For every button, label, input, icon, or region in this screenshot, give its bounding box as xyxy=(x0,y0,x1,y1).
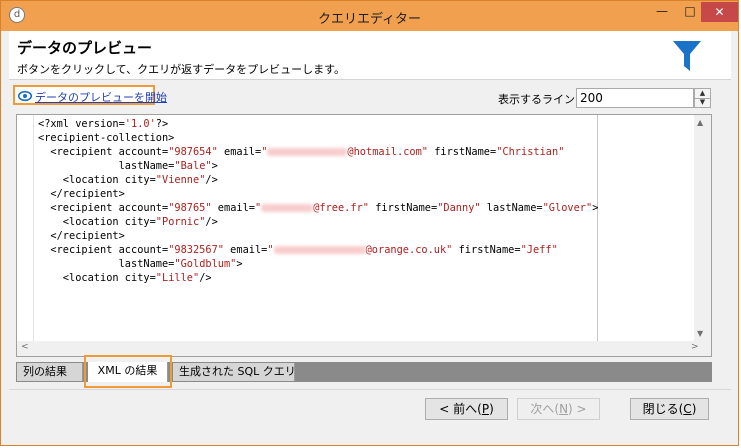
close-window-button[interactable]: ✕ xyxy=(701,2,738,22)
xml-results-panel[interactable]: <?xml version='1.0'?> <recipient-collect… xyxy=(16,114,712,357)
scroll-down-icon[interactable]: ▼ xyxy=(697,329,703,338)
page-title: データのプレビュー xyxy=(17,39,153,57)
xml-line: lastName="Goldblum"> xyxy=(38,258,243,270)
xml-line: <recipient account="987654" email=" @hotm… xyxy=(38,146,565,158)
xml-line: <location city="Vienne"/> xyxy=(38,174,218,186)
next-button[interactable]: 次へ(N) > xyxy=(517,398,600,420)
title-bar[interactable]: d クエリエディター — □ ✕ xyxy=(1,1,738,31)
editor-gutter xyxy=(17,115,34,343)
scroll-up-icon[interactable]: ▲ xyxy=(697,118,703,127)
xml-line: <location city="Pornic"/> xyxy=(38,216,218,228)
maximize-button[interactable]: □ xyxy=(677,1,703,21)
xml-line: lastName="Bale"> xyxy=(38,160,218,172)
query-editor-window: d クエリエディター — □ ✕ データのプレビュー ボタンをクリックして、クエ… xyxy=(0,0,739,446)
page-subtitle: ボタンをクリックして、クエリが返すデータをプレビューします。 xyxy=(17,63,346,76)
tab-generated-sql[interactable]: 生成された SQL クエリ xyxy=(173,363,296,381)
header-divider xyxy=(9,79,731,80)
scroll-right-icon[interactable]: > xyxy=(691,342,699,352)
vertical-scrollbar[interactable]: ▲ ▼ xyxy=(694,115,711,341)
lines-input[interactable]: 200 xyxy=(576,88,694,108)
start-preview-link[interactable]: データのプレビューを開始 xyxy=(13,85,167,105)
tab-column-results[interactable]: 列の結果 xyxy=(17,363,83,381)
xml-line: <location city="Lille"/> xyxy=(38,272,212,284)
funnel-icon xyxy=(673,41,701,71)
redacted-email xyxy=(261,204,314,212)
wizard-header: データのプレビュー ボタンをクリックして、クエリが返すデータをプレビューします。 xyxy=(9,31,731,79)
close-button[interactable]: 閉じる(C) xyxy=(630,398,709,420)
redacted-email xyxy=(267,148,348,156)
xml-code: <?xml version='1.0'?> <recipient-collect… xyxy=(38,117,598,285)
xml-line: <?xml version='1.0'?> xyxy=(38,118,169,130)
minimize-button[interactable]: — xyxy=(649,1,675,21)
xml-line: <recipient account="9832567" email=" @ora… xyxy=(38,244,558,256)
eye-icon xyxy=(18,90,32,102)
scroll-left-icon[interactable]: < xyxy=(21,342,29,352)
previous-button[interactable]: < 前へ(P) xyxy=(425,398,508,420)
xml-line: <recipient-collection> xyxy=(38,132,175,144)
start-preview-label[interactable]: データのプレビューを開始 xyxy=(35,89,167,105)
spin-down-icon[interactable]: ▼ xyxy=(695,98,710,107)
lines-label: 表示するライン: xyxy=(498,93,579,106)
window-title: クエリエディター xyxy=(317,12,422,27)
lines-spinner[interactable]: ▲ ▼ xyxy=(694,88,711,108)
redacted-email xyxy=(273,246,366,254)
xml-tab-highlight xyxy=(84,355,172,388)
xml-line: </recipient> xyxy=(38,188,125,200)
xml-line: <recipient account="98765" email=" @free.… xyxy=(38,202,599,214)
horizontal-scrollbar[interactable]: < > xyxy=(17,341,711,356)
xml-line: </recipient> xyxy=(38,230,125,242)
footer-divider xyxy=(9,389,731,390)
